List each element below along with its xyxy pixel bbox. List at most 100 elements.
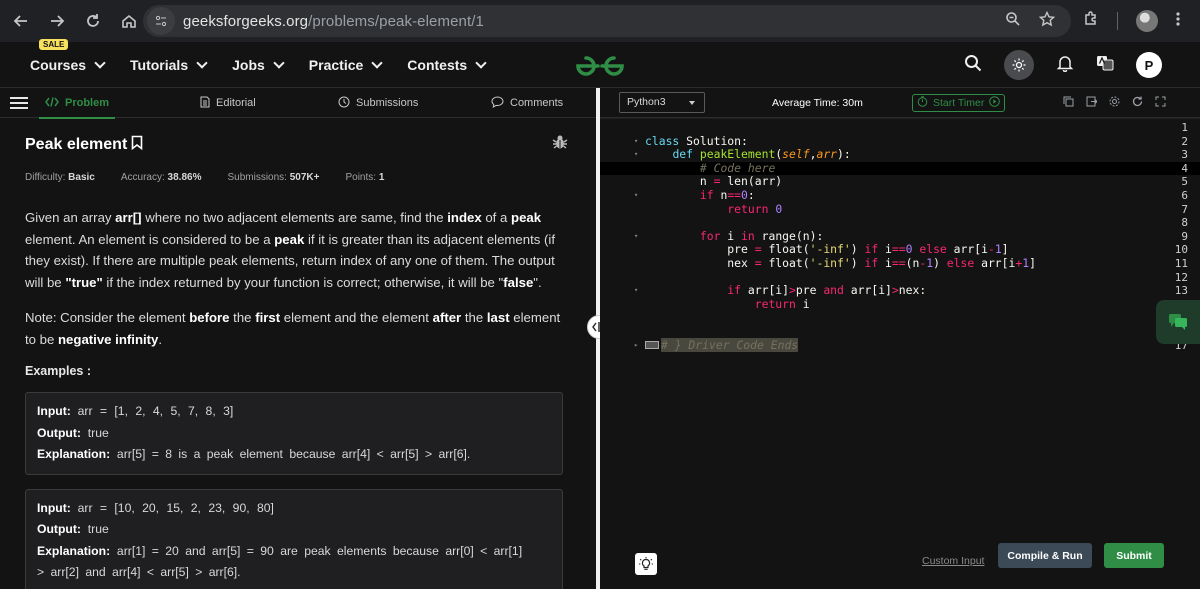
- driver-code-comment: # } Driver Code Ends: [661, 337, 799, 352]
- settings-icon[interactable]: [1109, 96, 1120, 110]
- extensions-icon[interactable]: [1083, 10, 1099, 32]
- caret-down-icon: [689, 101, 695, 105]
- tab-submissions[interactable]: Submissions: [338, 88, 418, 118]
- clock-icon: [338, 96, 350, 111]
- problem-title-text: Peak element: [25, 135, 128, 153]
- tab-problem[interactable]: Problem: [38, 88, 116, 119]
- code-line: def peakElement(self,arr):: [672, 147, 851, 162]
- line-number: 12: [1174, 270, 1188, 284]
- nav-jobs[interactable]: Jobs: [232, 56, 285, 73]
- site-settings-icon[interactable]: [147, 7, 175, 35]
- tab-comments[interactable]: Comments: [491, 88, 563, 118]
- comment-icon: [491, 95, 504, 111]
- chevron-down-icon: [273, 56, 285, 69]
- sale-badge: SALE: [39, 38, 69, 50]
- toolbar-divider: [1117, 12, 1118, 30]
- bug-report-icon[interactable]: [552, 134, 568, 155]
- lightbulb-icon[interactable]: [635, 553, 657, 575]
- editor-footer: Custom Input Compile & Run Submit: [600, 543, 1200, 589]
- code-line: if n==0:: [699, 188, 755, 202]
- chevron-down-icon: [371, 56, 383, 69]
- editor-toolbar: Python3 Average Time: 30m Start Timer: [600, 88, 1200, 118]
- problem-body: Peak element Difficulty: Basic Accuracy:…: [0, 134, 596, 589]
- code-line: class Solution:: [645, 133, 748, 148]
- tab-submissions-label: Submissions: [356, 97, 419, 109]
- chevron-down-icon: [196, 56, 208, 69]
- browser-menu-icon[interactable]: [1176, 11, 1180, 32]
- line-number: 6: [1181, 189, 1188, 202]
- address-bar[interactable]: geeksforgeeks.org/problems/peak-element/…: [143, 5, 1071, 37]
- nav-courses-label: Courses: [30, 56, 87, 73]
- nav-practice-label: Practice: [308, 56, 364, 73]
- bell-icon[interactable]: [1056, 54, 1074, 77]
- problem-tabs: Problem Editorial Submissions Comments: [0, 88, 596, 119]
- theme-toggle-icon[interactable]: [1004, 50, 1034, 80]
- code-line: return 0: [727, 201, 783, 216]
- language-select[interactable]: Python3: [619, 92, 705, 113]
- zoom-icon[interactable]: [1005, 11, 1021, 32]
- nav-courses[interactable]: SALE Courses: [30, 38, 106, 73]
- problem-note: Note: Consider the element before the fi…: [25, 310, 561, 347]
- examples-heading: Examples :: [25, 364, 92, 378]
- menu-icon[interactable]: [10, 96, 28, 109]
- line-number: 11: [1174, 257, 1188, 270]
- line-number: 13: [1174, 284, 1188, 298]
- translate-icon[interactable]: [1096, 54, 1114, 77]
- example-box: Input: arr = [1, 2, 4, 5, 7, 8, 3] Outpu…: [25, 392, 563, 475]
- line-number: 4: [1181, 161, 1188, 175]
- nav-practice[interactable]: Practice: [308, 56, 383, 73]
- line-number: 7: [1181, 202, 1188, 216]
- start-timer-label: Start Timer: [933, 97, 985, 109]
- bookmark-icon[interactable]: [131, 135, 143, 155]
- line-number: 9: [1181, 229, 1188, 243]
- copy-icon[interactable]: [1063, 96, 1074, 110]
- tab-editorial-label: Editorial: [216, 97, 256, 109]
- nav-jobs-label: Jobs: [232, 56, 265, 73]
- home-icon[interactable]: [112, 4, 146, 38]
- nav-tutorials[interactable]: Tutorials: [130, 56, 208, 73]
- problem-description: Given an array arr[] where no two adjace…: [25, 210, 555, 290]
- code-editor[interactable]: 1 2 ▾ class Solution: 3 ▾ def peakElement(s…: [600, 119, 1200, 551]
- gfg-logo[interactable]: [573, 53, 627, 84]
- code-line: # Code here: [699, 160, 776, 175]
- start-timer-button[interactable]: Start Timer: [912, 94, 1006, 112]
- tab-problem-label: Problem: [65, 97, 110, 109]
- points: Points: 1: [345, 172, 385, 183]
- bookmark-star-icon[interactable]: [1038, 10, 1056, 32]
- accuracy: Accuracy: 38.86%: [120, 172, 202, 183]
- reload-icon[interactable]: [76, 4, 110, 38]
- chat-button[interactable]: [1156, 300, 1200, 344]
- search-icon[interactable]: [964, 54, 982, 77]
- code-line: nex = float('-inf') if i==(n-1) else arr…: [645, 256, 1036, 270]
- forward-icon[interactable]: [40, 4, 74, 38]
- user-avatar[interactable]: P: [1136, 52, 1162, 78]
- compile-run-button[interactable]: Compile & Run: [998, 543, 1092, 568]
- nav-contests-label: Contests: [407, 56, 468, 73]
- code-line: n = len(arr): [645, 174, 783, 189]
- document-icon: [200, 96, 210, 111]
- import-icon[interactable]: [1086, 96, 1098, 110]
- code-line: pre = float('-inf') if i==0 else arr[i-1…: [645, 242, 1009, 257]
- example-box: Input: arr = [10, 20, 15, 2, 23, 90, 80]…: [25, 488, 563, 589]
- browser-profile-avatar[interactable]: [1136, 10, 1158, 32]
- tab-editorial[interactable]: Editorial: [200, 88, 256, 118]
- main-menu: SALE Courses Tutorials Jobs Practice Con…: [30, 38, 487, 73]
- editor-pane: Python3 Average Time: 30m Start Timer 1 …: [600, 88, 1200, 589]
- nav-tutorials-label: Tutorials: [130, 56, 189, 73]
- average-time: Average Time: 30m: [772, 97, 863, 109]
- line-number: 3: [1181, 148, 1188, 162]
- fullscreen-icon[interactable]: [1155, 96, 1166, 110]
- custom-input-link[interactable]: Custom Input: [922, 555, 984, 567]
- line-number: 10: [1174, 243, 1188, 257]
- problem-title: Peak element: [25, 135, 143, 155]
- reset-icon[interactable]: [1132, 96, 1143, 110]
- submit-button[interactable]: Submit: [1104, 543, 1164, 568]
- url-text: geeksforgeeks.org/problems/peak-element/…: [183, 12, 484, 30]
- folded-code-icon[interactable]: [645, 341, 659, 350]
- language-select-value: Python3: [627, 96, 666, 108]
- browser-toolbar: geeksforgeeks.org/problems/peak-element/…: [0, 0, 1200, 42]
- nav-contests[interactable]: Contests: [407, 56, 487, 73]
- line-number: 8: [1181, 216, 1188, 230]
- chevron-down-icon: [475, 56, 487, 69]
- back-icon[interactable]: [4, 4, 38, 38]
